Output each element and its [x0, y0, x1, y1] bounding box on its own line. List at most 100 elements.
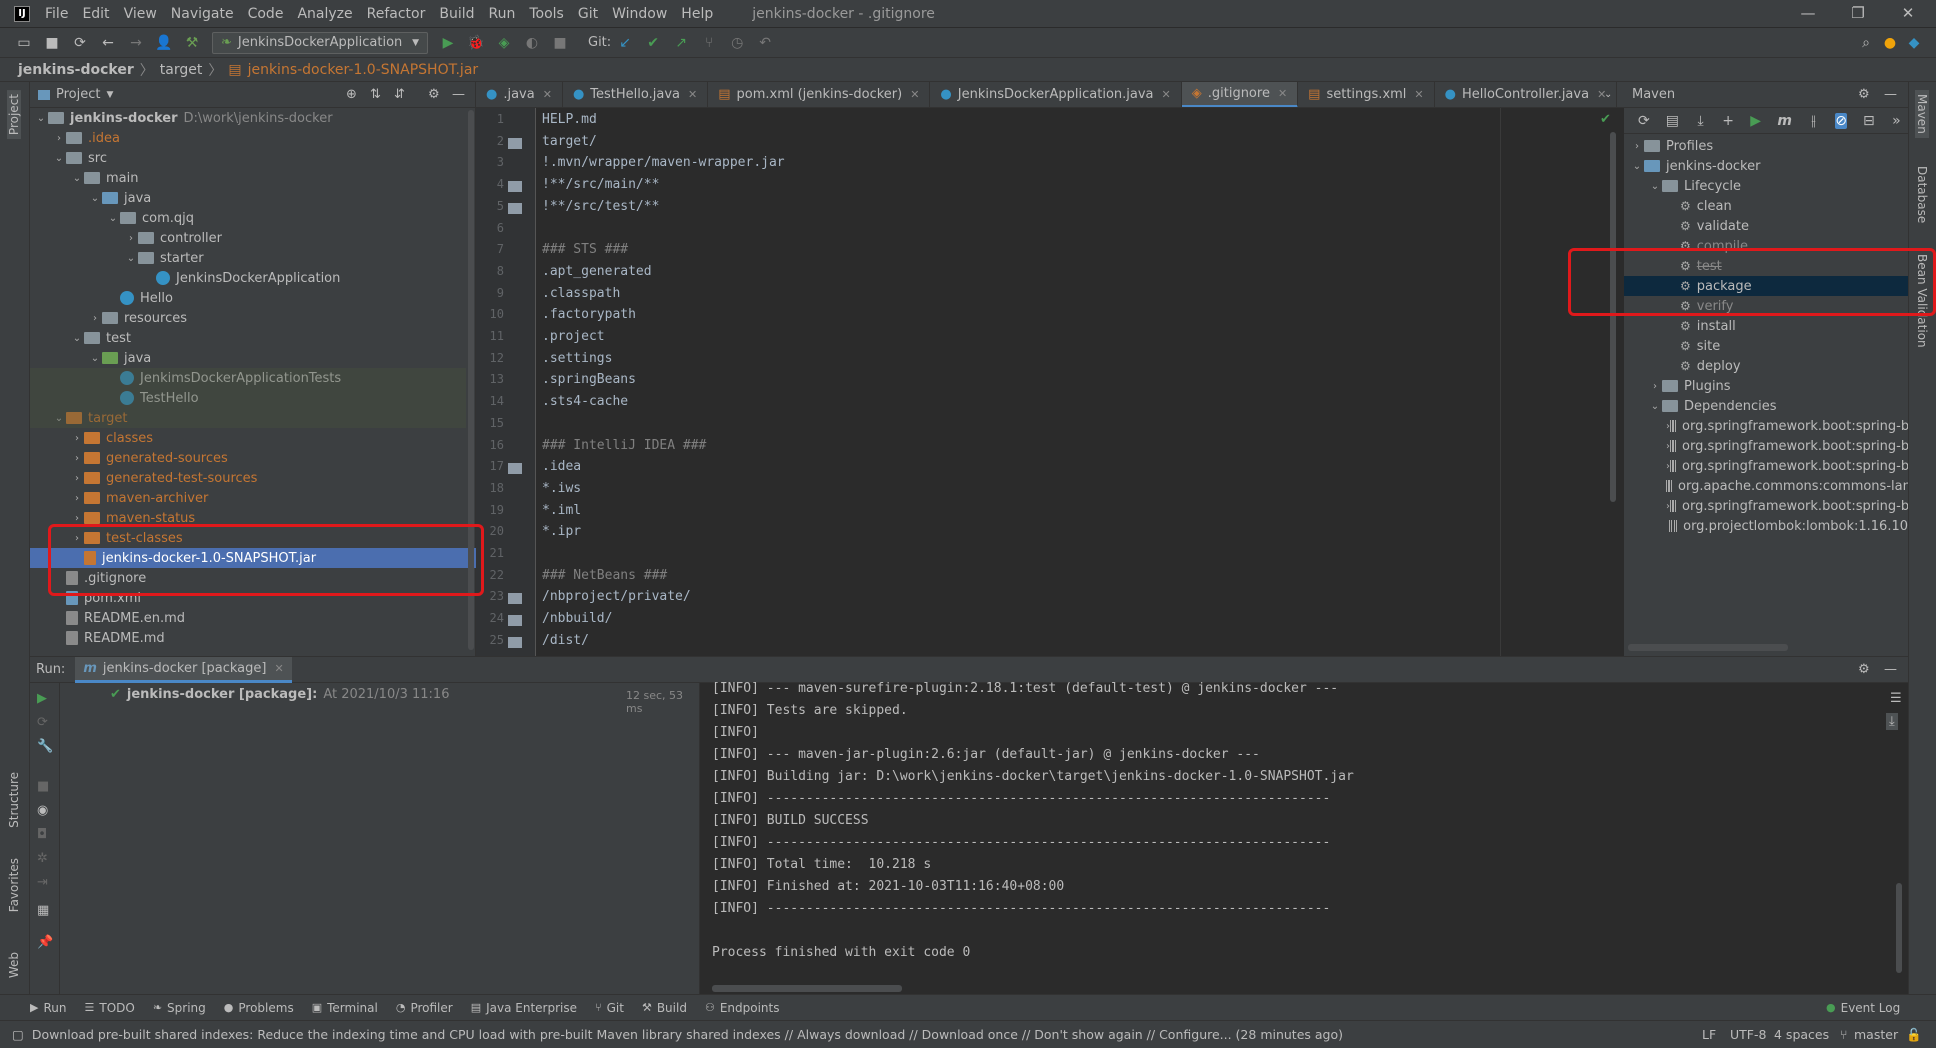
debug-icon[interactable]: ✲ [37, 851, 48, 866]
bottom-tab-profiler[interactable]: ◔ Profiler [396, 1001, 453, 1015]
console-output[interactable]: ☰ ⤓ [INFO] --- maven-surefire-plugin:2.1… [700, 681, 1908, 995]
menu-view[interactable]: View [117, 6, 164, 22]
run-tab[interactable]: m jenkins-docker [package] ✕ [75, 656, 292, 683]
chevron-down-icon[interactable]: ⌄ [1630, 161, 1644, 172]
maven-tree-item[interactable]: ⚙ deploy [1624, 356, 1908, 376]
git-branch[interactable]: master [1854, 1027, 1898, 1042]
tree-root[interactable]: ⌄ jenkins-docker D:\work\jenkins-docker [30, 108, 476, 128]
git-commit-icon[interactable]: ✔ [645, 35, 661, 51]
maven-tree-item[interactable]: ⚙ install [1624, 316, 1908, 336]
maven-tree-item[interactable]: ⚙ validate [1624, 216, 1908, 236]
menu-navigate[interactable]: Navigate [164, 6, 241, 22]
menu-file[interactable]: File [38, 6, 75, 22]
maven-tree-item[interactable]: org.apache.commons:commons-lang3 [1624, 476, 1908, 496]
editor-scrollbar[interactable] [1610, 132, 1616, 502]
minimize-icon[interactable]: — [1784, 4, 1832, 22]
menu-help[interactable]: Help [674, 6, 720, 22]
eye-icon[interactable]: ◉ [37, 803, 48, 818]
chevron-down-icon[interactable]: ⌄ [34, 113, 48, 124]
tree-item[interactable]: ⌄ src [30, 148, 476, 168]
maven-tree-item[interactable]: ⚙ test [1624, 256, 1908, 276]
maven-tree-item[interactable]: ›org.springframework.boot:spring-boot-st… [1624, 436, 1908, 456]
editor-tab[interactable]: ●JenkimsDocker✕ [1617, 82, 1624, 107]
maven-tree-item[interactable]: ⚙ site [1624, 336, 1908, 356]
execute-goal-icon[interactable]: m [1777, 113, 1792, 129]
bottom-tab-spring[interactable]: ❧ Spring [153, 1001, 206, 1015]
git-rollback-icon[interactable]: ↶ [757, 35, 773, 51]
close-icon[interactable]: ✕ [543, 88, 552, 101]
download-icon[interactable]: ⤓ [1695, 113, 1706, 129]
maven-tree-item[interactable]: ⌄ Lifecycle [1624, 176, 1908, 196]
close-icon[interactable]: ✕ [688, 88, 697, 101]
editor-tab[interactable]: ● .java ✕ [476, 82, 563, 107]
file-encoding[interactable]: UTF-8 [1730, 1027, 1766, 1042]
locate-icon[interactable]: ⊕ [346, 87, 357, 102]
tree-item[interactable]: › classes [30, 428, 476, 448]
tree-item[interactable]: README.md [30, 628, 476, 648]
plugin-icon[interactable]: ◆ [1906, 35, 1922, 51]
lock-icon[interactable]: 🔓 [1906, 1027, 1922, 1043]
bottom-tab-git[interactable]: ⑂ Git [595, 1001, 624, 1015]
run-icon[interactable]: ▶ [440, 35, 456, 51]
coverage-icon[interactable]: ◈ [496, 35, 512, 51]
tree-item[interactable]: TestHello [30, 388, 476, 408]
chevron-right-icon[interactable]: › [70, 493, 84, 504]
menu-window[interactable]: Window [605, 6, 674, 22]
console-vscrollbar[interactable] [1896, 883, 1902, 973]
event-log-tab[interactable]: ● Event Log [1826, 1001, 1900, 1015]
status-message[interactable]: Download pre-built shared indexes: Reduc… [32, 1027, 1343, 1042]
code-area[interactable]: HELP.md target/ !.mvn/wrapper/maven-wrappe… [476, 108, 1624, 656]
exit-icon[interactable]: ⇥ [37, 875, 48, 890]
chevron-down-icon[interactable]: ⌄ [124, 253, 138, 264]
maven-tree-item[interactable]: org.projectlombok:lombok:1.16.10 [1624, 516, 1908, 536]
menu-analyze[interactable]: Analyze [290, 6, 359, 22]
camera-icon[interactable]: ◘ [37, 827, 47, 842]
collapse-all-icon[interactable]: ⇵ [394, 87, 405, 102]
editor-tab[interactable]: ● JenkinsDockerApplication.java ✕ [930, 82, 1182, 107]
forward-icon[interactable]: → [128, 35, 144, 51]
close-icon[interactable]: ✕ [1414, 88, 1423, 101]
close-icon[interactable]: ✕ [1278, 87, 1287, 100]
maven-tree-item[interactable]: ⚙ verify [1624, 296, 1908, 316]
build-hammer-icon[interactable]: ⚒ [184, 35, 200, 51]
reload-icon[interactable]: ⟳ [1638, 113, 1650, 129]
chevron-right-icon[interactable]: › [70, 513, 84, 524]
toggle-offline-icon[interactable]: ⫲ [1808, 113, 1819, 129]
tree-item[interactable]: › maven-status [30, 508, 476, 528]
run-configuration-select[interactable]: ❧ JenkinsDockerApplication ▼ [212, 31, 428, 54]
scroll-to-end-icon[interactable]: ⤓ [1886, 713, 1898, 730]
open-folder-icon[interactable]: ▭ [16, 35, 32, 51]
chevron-right-icon[interactable]: › [88, 313, 102, 324]
editor-tab[interactable]: ▤ settings.xml ✕ [1298, 82, 1435, 107]
generate-sources-icon[interactable]: ▤ [1666, 113, 1679, 129]
indent-setting[interactable]: 4 spaces [1774, 1027, 1829, 1042]
sync-icon[interactable]: ⟳ [72, 35, 88, 51]
gear-icon[interactable]: ⚙ [428, 87, 440, 102]
maven-tree-item[interactable]: › Profiles [1624, 136, 1908, 156]
tree-item[interactable]: ⌄ main [30, 168, 476, 188]
maven-tree-item[interactable]: › Plugins [1624, 376, 1908, 396]
tree-item[interactable]: README.en.md [30, 608, 476, 628]
maven-tree-item[interactable]: ›org.springframework.boot:spring-boot-st… [1624, 456, 1908, 476]
git-merge-icon[interactable]: ⑂ [701, 35, 717, 51]
bottom-tab-todo[interactable]: ☰ TODO [84, 1001, 134, 1015]
tree-item[interactable]: › generated-test-sources [30, 468, 476, 488]
menu-refactor[interactable]: Refactor [360, 6, 433, 22]
chevron-down-icon[interactable]: ⌄ [88, 353, 102, 364]
editor-tab[interactable]: ◈ .gitignore ✕ [1181, 82, 1299, 107]
debug-icon[interactable]: 🐞 [467, 35, 484, 51]
console-hscrollbar[interactable] [712, 985, 902, 992]
chevron-down-icon[interactable]: ▼ [106, 90, 113, 100]
wrench-icon[interactable]: 🔧 [37, 739, 53, 754]
editor-tab[interactable]: ▤ pom.xml (jenkins-docker) ✕ [708, 82, 931, 107]
tree-item[interactable]: › maven-archiver [30, 488, 476, 508]
chevron-down-icon[interactable]: ⌄ [70, 333, 84, 344]
chevron-right-icon[interactable]: › [70, 533, 84, 544]
bottom-tab-java-enterprise[interactable]: ▤ Java Enterprise [471, 1001, 577, 1015]
bottom-tab-endpoints[interactable]: ⚇ Endpoints [705, 1001, 780, 1015]
chevron-right-icon[interactable]: › [124, 233, 138, 244]
breadcrumb-target[interactable]: target [160, 62, 203, 78]
tree-item[interactable]: › resources [30, 308, 476, 328]
project-panel-title[interactable]: Project [56, 87, 100, 102]
stop-icon[interactable]: ■ [552, 35, 568, 51]
